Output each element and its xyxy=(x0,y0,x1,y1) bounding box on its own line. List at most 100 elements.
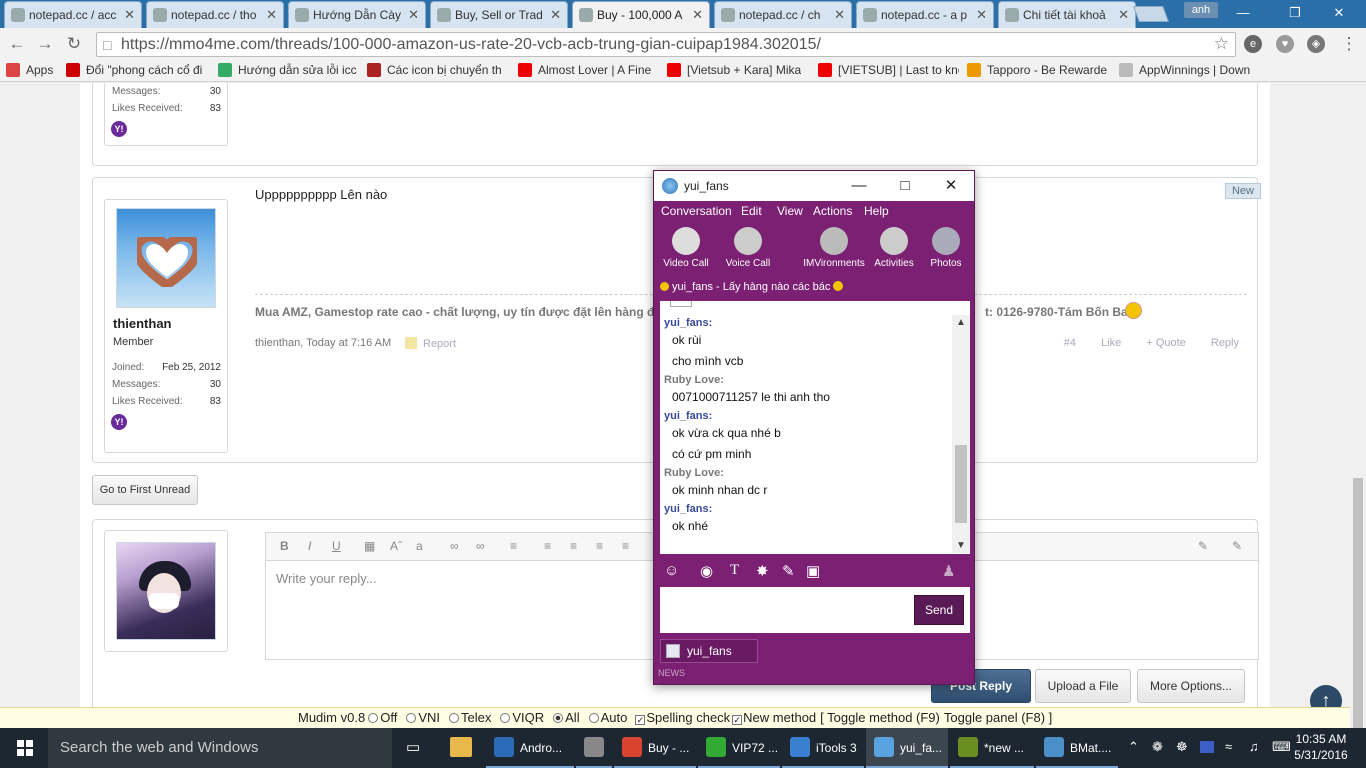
bookmark-item[interactable]: AppWinnings | Down xyxy=(1119,63,1250,77)
taskbar-app[interactable]: Andro... xyxy=(486,728,574,768)
mudim-option-radio[interactable] xyxy=(368,713,379,723)
start-button[interactable] xyxy=(0,728,48,768)
mudim-option-label[interactable]: VIQR xyxy=(512,710,544,725)
italic-icon[interactable]: I xyxy=(308,539,311,553)
tray-app2-icon[interactable]: ☸ xyxy=(1176,739,1188,755)
mudim-option-radio[interactable] xyxy=(406,713,417,723)
yahoo-icon[interactable]: Y! xyxy=(111,414,127,430)
bold-icon[interactable]: B xyxy=(280,539,289,553)
browser-tab[interactable]: Hướng Dẫn Cày ✕ xyxy=(288,1,426,28)
im-tool-button[interactable]: Activities xyxy=(866,227,922,269)
tab-close-icon[interactable]: ✕ xyxy=(692,7,703,23)
toggle-editor-icon[interactable]: ✎ xyxy=(1232,539,1242,553)
extension-heart-icon[interactable]: ♥ xyxy=(1276,35,1294,53)
mudim-option-radio[interactable] xyxy=(500,713,511,723)
mudim-option-radio[interactable] xyxy=(588,713,599,723)
quote-link[interactable]: + Quote xyxy=(1146,337,1185,349)
back-icon[interactable]: ← xyxy=(6,33,28,55)
contact-icon[interactable]: ♟ xyxy=(942,562,955,580)
tab-close-icon[interactable]: ✕ xyxy=(834,7,845,23)
im-conversation[interactable]: yui_fans: ok rùi cho mình vcb Ruby Love: 007… xyxy=(660,301,970,554)
im-menu-item[interactable]: Help xyxy=(864,204,889,218)
task-view-icon[interactable]: ▭ xyxy=(406,738,420,756)
font-icon[interactable]: a xyxy=(416,539,423,553)
tray-expand-icon[interactable]: ⌃ xyxy=(1128,739,1139,755)
bookmark-item[interactable]: Đổi "phong cách cổ đi xyxy=(66,63,202,77)
spelling-checkbox[interactable]: ✓ xyxy=(635,715,646,725)
tab-close-icon[interactable]: ✕ xyxy=(976,7,987,23)
tab-close-icon[interactable]: ✕ xyxy=(266,7,277,23)
tray-flag-icon[interactable] xyxy=(1200,741,1214,753)
link-icon[interactable]: ∞ xyxy=(450,539,459,553)
page-scrollbar[interactable] xyxy=(1350,83,1366,738)
im-minimize-icon[interactable]: — xyxy=(844,175,874,197)
align-icon[interactable]: ≡ xyxy=(510,539,517,553)
taskbar-app[interactable]: yui_fa... xyxy=(866,728,948,768)
bookmark-item[interactable]: Tapporo - Be Rewarde xyxy=(967,63,1107,77)
profile-button[interactable]: anh xyxy=(1184,2,1218,18)
yahoo-icon[interactable]: Y! xyxy=(111,121,127,137)
mudim-option-label[interactable]: Auto xyxy=(601,710,628,725)
im-menu-item[interactable]: Conversation xyxy=(661,204,732,218)
taskbar-app[interactable] xyxy=(576,728,612,768)
mudim-option-label[interactable]: Telex xyxy=(461,710,491,725)
scroll-up-icon[interactable]: ▲ xyxy=(952,317,970,328)
clock[interactable]: 10:35 AM 5/31/2016 xyxy=(1290,731,1352,763)
forward-icon[interactable]: → xyxy=(34,33,56,55)
outdent-icon[interactable]: ≡ xyxy=(596,539,603,553)
address-bar[interactable]: □ https://mmo4me.com/threads/100-000-ama… xyxy=(96,32,1236,57)
spelling-label[interactable]: Spelling check xyxy=(646,710,730,725)
im-tool-button[interactable]: IMVironments xyxy=(798,227,870,269)
indent-icon[interactable]: ≡ xyxy=(622,539,629,553)
minimize-icon[interactable]: — xyxy=(1228,4,1258,22)
browser-tab[interactable]: notepad.cc / ch ✕ xyxy=(714,1,852,28)
mudim-option-label[interactable]: Off xyxy=(380,710,397,725)
go-to-first-unread-button[interactable]: Go to First Unread xyxy=(92,475,198,505)
bullet-list-icon[interactable]: ≡ xyxy=(544,539,551,553)
user-avatar[interactable] xyxy=(116,208,216,308)
reply-link[interactable]: Reply xyxy=(1211,337,1239,349)
bookmark-item[interactable]: [VIETSUB] | Last to kno xyxy=(818,63,959,77)
taskbar-search[interactable]: Search the web and Windows xyxy=(48,728,392,768)
share-photo-icon[interactable]: ▣ xyxy=(806,562,820,580)
color-icon[interactable]: ▦ xyxy=(364,539,375,553)
taskbar-app[interactable]: VIP72 ... xyxy=(698,728,780,768)
new-tab-button[interactable] xyxy=(1133,6,1169,22)
im-conversation-tab[interactable]: yui_fans xyxy=(660,639,758,663)
my-avatar[interactable] xyxy=(116,542,216,640)
im-scrollbar[interactable]: ▲ ▼ xyxy=(952,315,970,553)
text-format-icon[interactable]: T xyxy=(730,562,739,579)
browser-tab[interactable]: notepad.cc / tho ✕ xyxy=(146,1,284,28)
im-scrollbar-thumb[interactable] xyxy=(955,445,967,523)
restore-icon[interactable]: ❐ xyxy=(1280,4,1310,22)
post-number[interactable]: #4 xyxy=(1064,337,1076,349)
taskbar-app[interactable]: *new ... xyxy=(950,728,1034,768)
toggle-method-link[interactable]: [ Toggle method (F9) xyxy=(820,710,940,725)
im-send-button[interactable]: Send xyxy=(914,595,964,625)
buzz-icon[interactable]: ✸ xyxy=(756,562,769,580)
scroll-to-top-icon[interactable]: ↑ xyxy=(1310,685,1342,707)
browser-tab[interactable]: notepad.cc - a p ✕ xyxy=(856,1,994,28)
tab-close-icon[interactable]: ✕ xyxy=(550,7,561,23)
eraser-icon[interactable]: ✎ xyxy=(1198,539,1208,553)
bookmark-item[interactable]: [Vietsub + Kara] Mika xyxy=(667,63,801,77)
im-menu-item[interactable]: View xyxy=(777,204,803,218)
im-maximize-icon[interactable]: □ xyxy=(890,175,920,197)
extension-icon[interactable]: e xyxy=(1244,35,1262,53)
font-size-icon[interactable]: Aˆ xyxy=(390,539,402,553)
mudim-option-radio[interactable] xyxy=(553,713,564,723)
upload-file-button[interactable]: Upload a File xyxy=(1035,669,1131,703)
im-title-bar[interactable]: yui_fans — □ ✕ xyxy=(654,171,974,201)
underline-icon[interactable]: U xyxy=(332,539,341,553)
page-scrollbar-thumb[interactable] xyxy=(1353,478,1363,738)
volume-icon[interactable]: ♫ xyxy=(1249,739,1259,754)
wifi-icon[interactable]: ≈ xyxy=(1225,739,1232,754)
extension-shield-icon[interactable]: ◈ xyxy=(1307,35,1325,53)
audible-icon[interactable]: ◉ xyxy=(700,562,713,580)
im-close-icon[interactable]: ✕ xyxy=(936,175,966,197)
tab-close-icon[interactable]: ✕ xyxy=(1118,7,1129,23)
keyboard-icon[interactable]: ⌨ xyxy=(1272,739,1291,755)
tab-close-icon[interactable]: ✕ xyxy=(124,7,135,23)
bookmark-item[interactable]: Các icon bị chuyển th xyxy=(367,63,502,77)
scroll-down-icon[interactable]: ▼ xyxy=(952,540,970,551)
